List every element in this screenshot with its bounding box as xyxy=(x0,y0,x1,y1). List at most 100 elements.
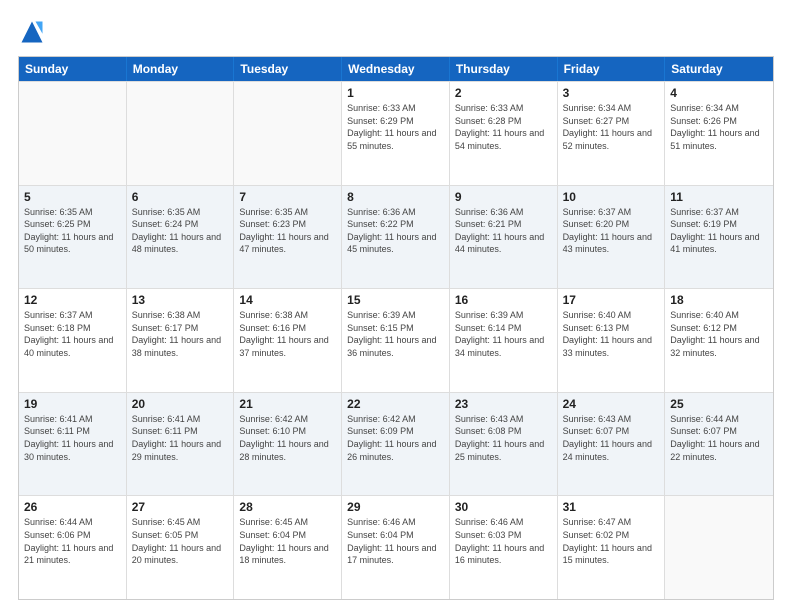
day-info: Sunrise: 6:38 AMSunset: 6:17 PMDaylight:… xyxy=(132,309,229,359)
calendar-cell: 19 Sunrise: 6:41 AMSunset: 6:11 PMDayligh… xyxy=(19,393,127,496)
header-day-tuesday: Tuesday xyxy=(234,57,342,81)
calendar-cell: 15Sunrise: 6:39 AMSunset: 6:15 PMDayligh… xyxy=(342,289,450,392)
day-number: 28 xyxy=(239,500,336,514)
day-number: 1 xyxy=(347,86,444,100)
day-info: Sunrise: 6:35 AMSunset: 6:24 PMDaylight:… xyxy=(132,206,229,256)
day-number: 13 xyxy=(132,293,229,307)
day-info: Sunrise: 6:38 AMSunset: 6:16 PMDaylight:… xyxy=(239,309,336,359)
day-info: Sunrise: 6:40 AMSunset: 6:13 PMDaylight:… xyxy=(563,309,660,359)
calendar-cell: 29 Sunrise: 6:46 AMSunset: 6:04 PMDayligh… xyxy=(342,496,450,599)
calendar-cell: 22 Sunrise: 6:42 AMSunset: 6:09 PMDayligh… xyxy=(342,393,450,496)
day-info: Sunrise: 6:47 AMSunset: 6:02 PMDaylight:… xyxy=(563,516,660,566)
calendar-cell: 13 Sunrise: 6:38 AMSunset: 6:17 PMDayligh… xyxy=(127,289,235,392)
day-info: Sunrise: 6:44 AMSunset: 6:06 PMDaylight:… xyxy=(24,516,121,566)
day-number: 3 xyxy=(563,86,660,100)
header-day-wednesday: Wednesday xyxy=(342,57,450,81)
calendar-cell: 3 Sunrise: 6:34 AMSunset: 6:27 PMDaylight… xyxy=(558,82,666,185)
day-info: Sunrise: 6:43 AMSunset: 6:08 PMDaylight:… xyxy=(455,413,552,463)
day-number: 29 xyxy=(347,500,444,514)
day-info: Sunrise: 6:42 AMSunset: 6:09 PMDaylight:… xyxy=(347,413,444,463)
calendar-cell: 30 Sunrise: 6:46 AMSunset: 6:03 PMDayligh… xyxy=(450,496,558,599)
day-number: 17 xyxy=(563,293,660,307)
day-info: Sunrise: 6:33 AMSunset: 6:29 PMDaylight:… xyxy=(347,102,444,152)
calendar-cell: 28Sunrise: 6:45 AMSunset: 6:04 PMDayligh… xyxy=(234,496,342,599)
day-number: 21 xyxy=(239,397,336,411)
day-number: 6 xyxy=(132,190,229,204)
calendar-row-3: 19 Sunrise: 6:41 AMSunset: 6:11 PMDayligh… xyxy=(19,392,773,496)
day-number: 27 xyxy=(132,500,229,514)
calendar-cell: 24 Sunrise: 6:43 AMSunset: 6:07 PMDayligh… xyxy=(558,393,666,496)
day-number: 25 xyxy=(670,397,768,411)
calendar-cell: 31 Sunrise: 6:47 AMSunset: 6:02 PMDayligh… xyxy=(558,496,666,599)
calendar-cell: 14 Sunrise: 6:38 AMSunset: 6:16 PMDayligh… xyxy=(234,289,342,392)
header-day-friday: Friday xyxy=(558,57,666,81)
day-number: 11 xyxy=(670,190,768,204)
day-info: Sunrise: 6:34 AMSunset: 6:27 PMDaylight:… xyxy=(563,102,660,152)
logo-icon xyxy=(18,18,46,46)
day-info: Sunrise: 6:44 AMSunset: 6:07 PMDaylight:… xyxy=(670,413,768,463)
calendar-cell: 20 Sunrise: 6:41 AMSunset: 6:11 PMDayligh… xyxy=(127,393,235,496)
calendar-cell: 7Sunrise: 6:35 AMSunset: 6:23 PMDaylight… xyxy=(234,186,342,289)
day-info: Sunrise: 6:41 AMSunset: 6:11 PMDaylight:… xyxy=(24,413,121,463)
logo xyxy=(18,18,50,46)
calendar-cell: 26 Sunrise: 6:44 AMSunset: 6:06 PMDayligh… xyxy=(19,496,127,599)
calendar-cell: 8 Sunrise: 6:36 AMSunset: 6:22 PMDaylight… xyxy=(342,186,450,289)
header-day-saturday: Saturday xyxy=(665,57,773,81)
calendar-cell: 11 Sunrise: 6:37 AMSunset: 6:19 PMDayligh… xyxy=(665,186,773,289)
calendar-cell: 6 Sunrise: 6:35 AMSunset: 6:24 PMDaylight… xyxy=(127,186,235,289)
day-number: 18 xyxy=(670,293,768,307)
calendar-cell: 9 Sunrise: 6:36 AMSunset: 6:21 PMDaylight… xyxy=(450,186,558,289)
calendar-cell: 5 Sunrise: 6:35 AMSunset: 6:25 PMDaylight… xyxy=(19,186,127,289)
day-info: Sunrise: 6:37 AMSunset: 6:19 PMDaylight:… xyxy=(670,206,768,256)
calendar-cell: 23Sunrise: 6:43 AMSunset: 6:08 PMDayligh… xyxy=(450,393,558,496)
day-number: 7 xyxy=(239,190,336,204)
day-info: Sunrise: 6:37 AMSunset: 6:20 PMDaylight:… xyxy=(563,206,660,256)
day-number: 2 xyxy=(455,86,552,100)
day-number: 22 xyxy=(347,397,444,411)
day-number: 30 xyxy=(455,500,552,514)
day-number: 4 xyxy=(670,86,768,100)
day-info: Sunrise: 6:35 AMSunset: 6:25 PMDaylight:… xyxy=(24,206,121,256)
day-number: 19 xyxy=(24,397,121,411)
calendar-cell xyxy=(127,82,235,185)
day-number: 8 xyxy=(347,190,444,204)
day-number: 14 xyxy=(239,293,336,307)
calendar-body: 1 Sunrise: 6:33 AMSunset: 6:29 PMDaylight… xyxy=(19,81,773,599)
header-day-sunday: Sunday xyxy=(19,57,127,81)
day-info: Sunrise: 6:37 AMSunset: 6:18 PMDaylight:… xyxy=(24,309,121,359)
day-number: 10 xyxy=(563,190,660,204)
calendar-cell: 25 Sunrise: 6:44 AMSunset: 6:07 PMDayligh… xyxy=(665,393,773,496)
header-day-thursday: Thursday xyxy=(450,57,558,81)
calendar-cell: 2Sunrise: 6:33 AMSunset: 6:28 PMDaylight… xyxy=(450,82,558,185)
calendar-row-2: 12 Sunrise: 6:37 AMSunset: 6:18 PMDayligh… xyxy=(19,288,773,392)
page: SundayMondayTuesdayWednesdayThursdayFrid… xyxy=(0,0,792,612)
day-number: 24 xyxy=(563,397,660,411)
day-number: 12 xyxy=(24,293,121,307)
day-number: 5 xyxy=(24,190,121,204)
day-info: Sunrise: 6:36 AMSunset: 6:21 PMDaylight:… xyxy=(455,206,552,256)
calendar-row-0: 1 Sunrise: 6:33 AMSunset: 6:29 PMDaylight… xyxy=(19,81,773,185)
calendar-cell: 12 Sunrise: 6:37 AMSunset: 6:18 PMDayligh… xyxy=(19,289,127,392)
day-info: Sunrise: 6:46 AMSunset: 6:03 PMDaylight:… xyxy=(455,516,552,566)
day-info: Sunrise: 6:45 AMSunset: 6:05 PMDaylight:… xyxy=(132,516,229,566)
day-number: 20 xyxy=(132,397,229,411)
calendar-cell: 27 Sunrise: 6:45 AMSunset: 6:05 PMDayligh… xyxy=(127,496,235,599)
day-info: Sunrise: 6:36 AMSunset: 6:22 PMDaylight:… xyxy=(347,206,444,256)
day-info: Sunrise: 6:46 AMSunset: 6:04 PMDaylight:… xyxy=(347,516,444,566)
day-info: Sunrise: 6:39 AMSunset: 6:14 PMDaylight:… xyxy=(455,309,552,359)
calendar: SundayMondayTuesdayWednesdayThursdayFrid… xyxy=(18,56,774,600)
day-info: Sunrise: 6:40 AMSunset: 6:12 PMDaylight:… xyxy=(670,309,768,359)
calendar-cell: 17 Sunrise: 6:40 AMSunset: 6:13 PMDayligh… xyxy=(558,289,666,392)
calendar-cell: 4Sunrise: 6:34 AMSunset: 6:26 PMDaylight… xyxy=(665,82,773,185)
calendar-cell xyxy=(234,82,342,185)
day-info: Sunrise: 6:41 AMSunset: 6:11 PMDaylight:… xyxy=(132,413,229,463)
day-number: 9 xyxy=(455,190,552,204)
calendar-cell: 10 Sunrise: 6:37 AMSunset: 6:20 PMDayligh… xyxy=(558,186,666,289)
calendar-cell: 1 Sunrise: 6:33 AMSunset: 6:29 PMDaylight… xyxy=(342,82,450,185)
day-info: Sunrise: 6:43 AMSunset: 6:07 PMDaylight:… xyxy=(563,413,660,463)
calendar-cell: 21Sunrise: 6:42 AMSunset: 6:10 PMDayligh… xyxy=(234,393,342,496)
day-number: 31 xyxy=(563,500,660,514)
calendar-row-1: 5 Sunrise: 6:35 AMSunset: 6:25 PMDaylight… xyxy=(19,185,773,289)
day-number: 26 xyxy=(24,500,121,514)
calendar-row-4: 26 Sunrise: 6:44 AMSunset: 6:06 PMDayligh… xyxy=(19,495,773,599)
